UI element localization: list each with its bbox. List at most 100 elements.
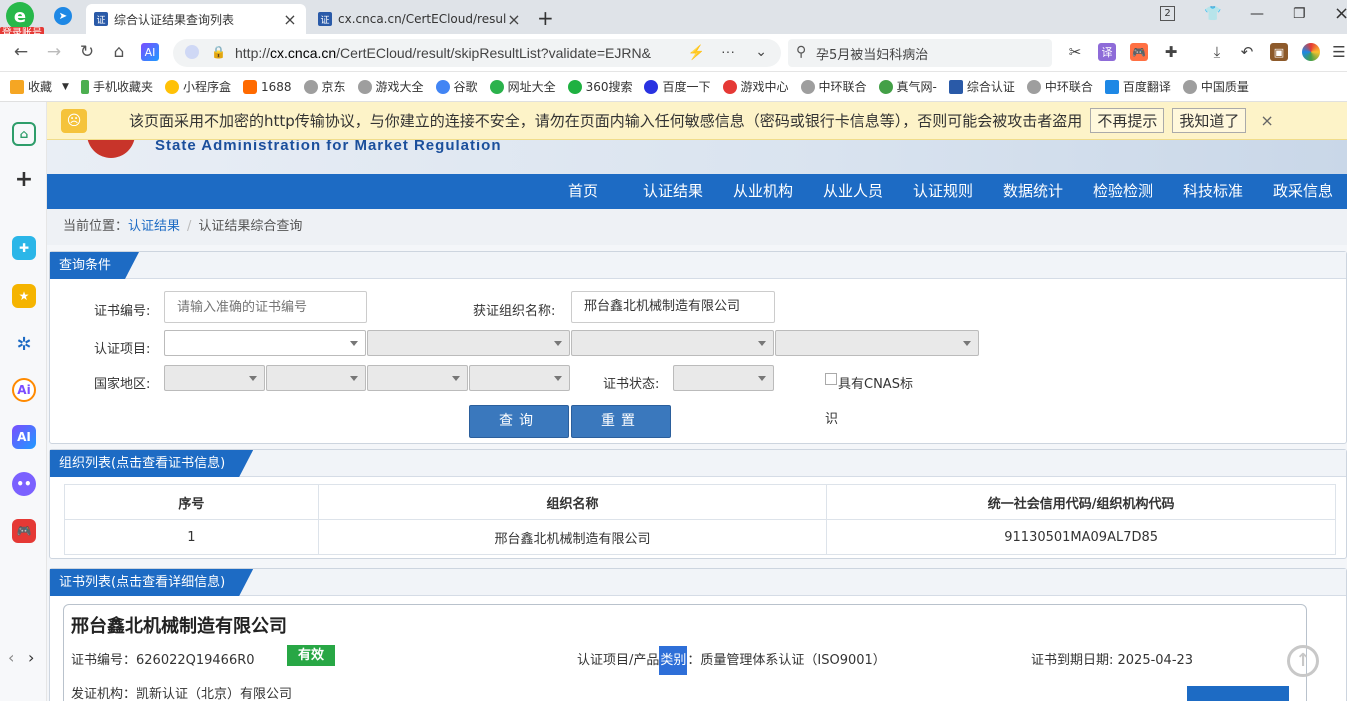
- nav-rules[interactable]: 认证规则: [913, 174, 973, 209]
- bookmark-item[interactable]: 中国质量: [1182, 78, 1249, 95]
- tab-cnca-url[interactable]: 证 cx.cnca.cn/CertECloud/resul ×: [310, 4, 530, 34]
- region-select-3[interactable]: [367, 365, 468, 391]
- cert-status-select[interactable]: [673, 365, 774, 391]
- menu-icon[interactable]: ☰: [1330, 43, 1347, 61]
- new-tab-icon[interactable]: +: [537, 6, 554, 30]
- project-select-4[interactable]: [775, 330, 979, 356]
- close-window-icon[interactable]: ×: [1334, 3, 1347, 24]
- region-select-2[interactable]: [266, 365, 366, 391]
- got-it-button[interactable]: 我知道了: [1172, 108, 1247, 133]
- bookmark-item[interactable]: 收藏 ▼: [10, 78, 69, 95]
- chevron-left-icon[interactable]: ‹: [8, 648, 14, 667]
- cert-card[interactable]: 邢台鑫北机械制造有限公司 证书编号：626022Q19466R0 有效 认证项目…: [63, 604, 1307, 701]
- org-table: 序号 组织名称 统一社会信用代码/组织机构代码 1 邢台鑫北机械制造有限公司 9…: [64, 484, 1336, 555]
- reload-icon[interactable]: ↻: [76, 42, 98, 62]
- bookmark-item[interactable]: 中环联合: [1026, 78, 1093, 95]
- home-icon[interactable]: ⌂: [108, 42, 130, 62]
- extensions-icon[interactable]: ✚: [1162, 43, 1180, 61]
- close-tab-icon[interactable]: ×: [506, 10, 522, 29]
- cell-org-name[interactable]: 邢台鑫北机械制造有限公司: [317, 519, 828, 555]
- briefcase-icon[interactable]: ▣: [1270, 43, 1288, 61]
- shirt-icon[interactable]: 👕: [1204, 6, 1221, 22]
- bookmark-item[interactable]: 手机收藏夹: [80, 78, 153, 95]
- region-select-4[interactable]: [469, 365, 570, 391]
- bookmark-item[interactable]: 中环联合: [800, 78, 867, 95]
- nav-personnel[interactable]: 从业人员: [823, 174, 883, 209]
- bookmark-item[interactable]: 综合认证: [948, 78, 1015, 95]
- nav-procurement[interactable]: 政采信息: [1273, 174, 1333, 209]
- network-icon[interactable]: ✲: [12, 332, 36, 356]
- forward-icon[interactable]: →: [43, 42, 65, 62]
- bookmark-item[interactable]: 360搜索: [567, 78, 632, 95]
- url-input[interactable]: 🔒 http://cx.cnca.cn/CertECloud/result/sk…: [173, 39, 781, 67]
- color-wheel-icon[interactable]: [1302, 43, 1320, 61]
- scissors-icon[interactable]: ✂: [1066, 43, 1084, 61]
- cert-no-input[interactable]: [164, 291, 367, 323]
- project-select-3[interactable]: [571, 330, 774, 356]
- org-name-input[interactable]: 邢台鑫北机械制造有限公司: [571, 291, 775, 323]
- bookmark-item[interactable]: 游戏中心: [722, 78, 789, 95]
- breadcrumb-prefix: 当前位置：: [63, 219, 129, 234]
- nav-testing[interactable]: 检验检测: [1093, 174, 1153, 209]
- maximize-icon[interactable]: ❐: [1293, 6, 1306, 22]
- window-count-badge[interactable]: 2: [1160, 6, 1175, 21]
- dont-show-again-button[interactable]: 不再提示: [1090, 108, 1165, 133]
- project-select-1[interactable]: [164, 330, 366, 356]
- nav-institutions[interactable]: 从业机构: [733, 174, 793, 209]
- bookmark-item[interactable]: 百度翻译: [1104, 78, 1171, 95]
- cnas-checkbox[interactable]: [825, 373, 837, 385]
- bookmark-item[interactable]: 真气网-: [878, 78, 937, 95]
- nav-standards[interactable]: 科技标准: [1183, 174, 1243, 209]
- search-input[interactable]: ⚲ 孕5月被当妇科病治: [788, 39, 1052, 67]
- translate-icon[interactable]: 译: [1098, 43, 1116, 61]
- bookmark-item[interactable]: 网址大全: [489, 78, 556, 95]
- nav-statistics[interactable]: 数据统计: [1003, 174, 1063, 209]
- more-icon[interactable]: ···: [721, 43, 735, 59]
- table-row[interactable]: 1 邢台鑫北机械制造有限公司 91130501MA09AL7D85: [64, 519, 1336, 555]
- chevron-down-icon[interactable]: ⌄: [755, 43, 767, 60]
- close-tab-icon[interactable]: ×: [282, 10, 298, 29]
- download-icon[interactable]: ⤓: [1208, 43, 1226, 61]
- url-prefix: http://: [235, 45, 271, 61]
- undo-icon[interactable]: ↶: [1238, 43, 1256, 61]
- back-icon[interactable]: ←: [10, 42, 32, 62]
- page-info-icon[interactable]: [185, 45, 199, 59]
- bot-icon[interactable]: ••: [12, 472, 36, 496]
- browser-logo-icon[interactable]: e: [6, 2, 34, 30]
- close-warning-icon[interactable]: ×: [1260, 111, 1273, 130]
- bookmark-item[interactable]: 游戏大全: [357, 78, 424, 95]
- nav-home[interactable]: 首页: [568, 174, 598, 209]
- home-icon[interactable]: ⌂: [12, 122, 36, 146]
- search-text: 孕5月被当妇科病治: [816, 47, 929, 63]
- bookmark-item[interactable]: 百度一下: [644, 78, 711, 95]
- minimize-icon[interactable]: —: [1250, 6, 1264, 22]
- ai-assistant-icon[interactable]: AI: [141, 43, 159, 61]
- project-select-2[interactable]: [367, 330, 570, 356]
- gamepad-icon[interactable]: 🎮: [12, 519, 36, 543]
- tab-cert-query[interactable]: 证 综合认证结果查询列表 ×: [86, 4, 306, 34]
- query-button[interactable]: 查询: [469, 405, 569, 438]
- telegram-icon[interactable]: ➤: [54, 7, 72, 25]
- region-select-1[interactable]: [164, 365, 265, 391]
- chevron-right-icon[interactable]: ›: [28, 648, 34, 667]
- breadcrumb-link[interactable]: 认证结果: [128, 219, 180, 234]
- medical-icon[interactable]: ✚: [12, 236, 36, 260]
- game-icon[interactable]: 🎮: [1130, 43, 1148, 61]
- org-list-header: 组织列表(点击查看证书信息): [50, 450, 1346, 477]
- star-icon[interactable]: ★: [12, 284, 36, 308]
- ai-chat-icon[interactable]: Ai: [12, 378, 36, 402]
- ai-icon[interactable]: AI: [12, 425, 36, 449]
- phone-icon: [80, 79, 89, 94]
- bookmark-item[interactable]: 谷歌: [435, 78, 478, 95]
- flash-icon[interactable]: ⚡: [688, 44, 705, 61]
- bookmark-item[interactable]: 京东: [303, 78, 346, 95]
- reset-button[interactable]: 重置: [571, 405, 671, 438]
- floating-service-button[interactable]: [1187, 686, 1289, 701]
- baidu-icon: [644, 79, 659, 94]
- scroll-to-top-icon[interactable]: ↑: [1287, 645, 1319, 677]
- bookmark-item[interactable]: 1688: [242, 79, 292, 94]
- nav-cert-results[interactable]: 认证结果: [643, 174, 703, 209]
- insecure-lock-icon[interactable]: 🔒: [211, 45, 226, 59]
- add-icon[interactable]: +: [12, 167, 36, 192]
- bookmark-item[interactable]: 小程序盒: [164, 78, 231, 95]
